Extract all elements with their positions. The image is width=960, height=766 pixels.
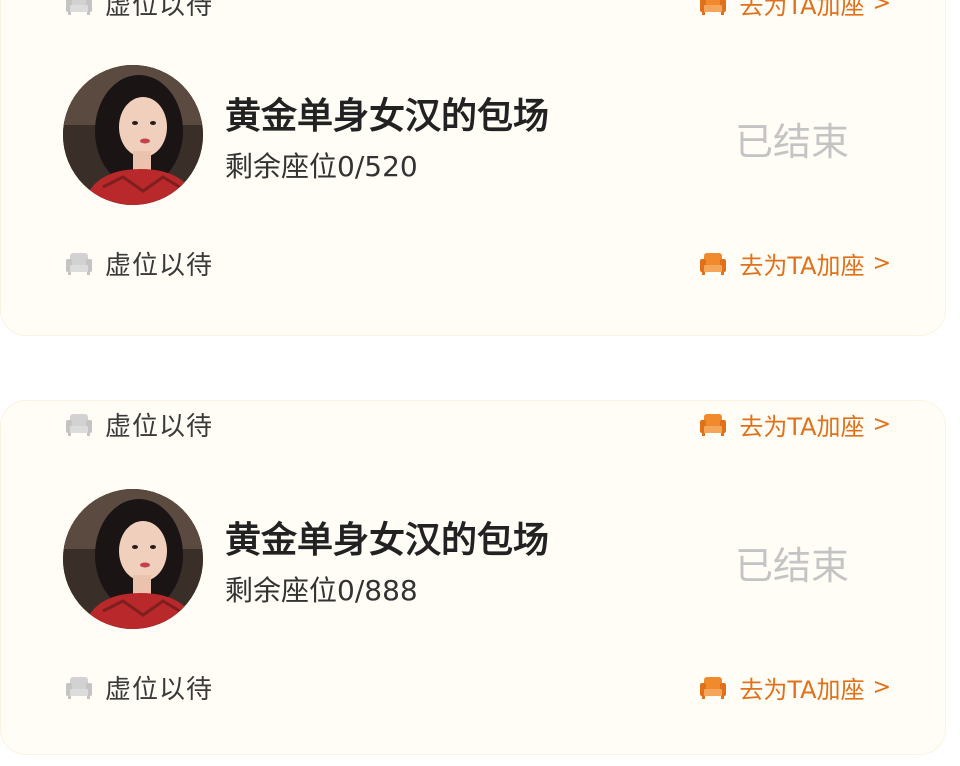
add-seat-label: 去为TA加座 bbox=[739, 412, 865, 441]
seat-row: 虚位以待 去为TA加座 > bbox=[63, 406, 891, 442]
session-info: 黄金单身女汉的包场 剩余座位0/520 已结束 bbox=[63, 65, 891, 205]
session-card: 虚位以待 去为TA加座 > bbox=[0, 400, 946, 755]
session-title: 黄金单身女汉的包场 bbox=[225, 96, 550, 137]
chevron-right-icon: > bbox=[872, 411, 891, 437]
sofa-icon bbox=[700, 253, 727, 275]
add-seat-button[interactable]: 去为TA加座 > bbox=[697, 406, 891, 442]
add-seat-button[interactable]: 去为TA加座 > bbox=[697, 669, 891, 705]
seat-waiting: 虚位以待 bbox=[63, 406, 213, 442]
seat-row: 虚位以待 去为TA加座 > bbox=[63, 245, 891, 281]
avatar[interactable] bbox=[63, 65, 203, 205]
remaining-seats: 剩余座位0/520 bbox=[225, 150, 418, 183]
sofa-icon bbox=[66, 253, 92, 275]
seat-row: 虚位以待 去为TA加座 > bbox=[63, 0, 891, 21]
seat-waiting-label: 虚位以待 bbox=[105, 0, 214, 21]
add-seat-label: 去为TA加座 bbox=[739, 0, 865, 20]
session-info: 黄金单身女汉的包场 剩余座位0/888 已结束 bbox=[63, 489, 891, 629]
add-seat-button[interactable]: 去为TA加座 > bbox=[697, 0, 891, 21]
sofa-icon bbox=[700, 0, 727, 15]
seat-waiting-label: 虚位以待 bbox=[105, 411, 214, 442]
avatar-image bbox=[63, 489, 203, 629]
add-seat-label: 去为TA加座 bbox=[739, 251, 865, 280]
remaining-seats: 剩余座位0/888 bbox=[225, 574, 418, 607]
avatar-image bbox=[63, 65, 203, 205]
chevron-right-icon: > bbox=[872, 250, 891, 276]
chevron-right-icon: > bbox=[872, 674, 891, 700]
sofa-icon bbox=[66, 677, 92, 699]
add-seat-button[interactable]: 去为TA加座 > bbox=[697, 245, 891, 281]
status-label: 已结束 bbox=[734, 120, 849, 164]
seat-waiting: 虚位以待 bbox=[63, 0, 213, 21]
seat-waiting: 虚位以待 bbox=[63, 245, 213, 281]
chevron-right-icon: > bbox=[872, 0, 891, 16]
sofa-icon bbox=[66, 414, 92, 436]
sofa-icon bbox=[700, 677, 727, 699]
sofa-icon bbox=[66, 0, 92, 15]
add-seat-label: 去为TA加座 bbox=[739, 675, 865, 704]
status-label: 已结束 bbox=[734, 544, 849, 588]
seat-waiting-label: 虚位以待 bbox=[105, 674, 214, 705]
seat-waiting: 虚位以待 bbox=[63, 669, 213, 705]
session-card: 虚位以待 去为TA加座 > bbox=[0, 0, 946, 336]
session-title: 黄金单身女汉的包场 bbox=[225, 520, 550, 561]
sofa-icon bbox=[700, 414, 727, 436]
seat-row: 虚位以待 去为TA加座 > bbox=[63, 669, 891, 705]
avatar[interactable] bbox=[63, 489, 203, 629]
seat-waiting-label: 虚位以待 bbox=[105, 250, 214, 281]
